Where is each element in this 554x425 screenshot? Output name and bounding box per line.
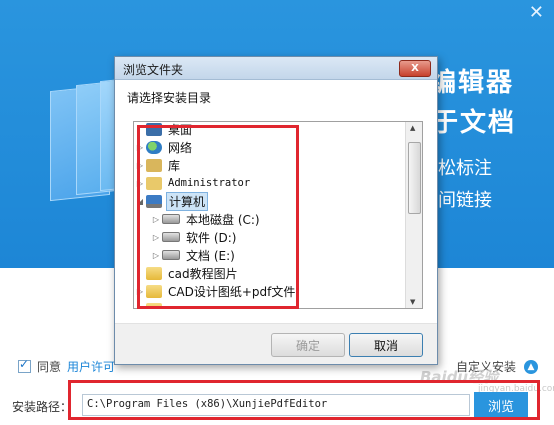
banner-feature-2: 间链接 — [438, 190, 492, 211]
dialog-title: 浏览文件夹 — [123, 63, 184, 77]
install-path-label: 安装路径： — [12, 400, 73, 414]
highlight-box-path — [68, 380, 540, 420]
dialog-close-button[interactable]: X — [399, 60, 431, 77]
agree-label: 同意 — [37, 359, 62, 374]
banner-feature-1: 松标注 — [438, 158, 492, 179]
cancel-button[interactable]: 取消 — [349, 333, 423, 357]
license-link[interactable]: 用户许可 — [67, 358, 115, 375]
banner-title-line1: 编辑器 — [430, 68, 515, 98]
agreement-row: 同意 用户许可 — [18, 357, 115, 375]
tree-scrollbar[interactable]: ▲ ▼ — [405, 122, 422, 308]
browse-folder-dialog: 浏览文件夹 X 请选择安装目录 桌面 ▷ 网络 ▷ 库 ▷ Administra… — [114, 56, 438, 365]
dialog-titlebar[interactable]: 浏览文件夹 X — [115, 57, 437, 80]
chevron-up-icon[interactable]: ▲ — [524, 359, 538, 374]
ok-button[interactable]: 确定 — [271, 333, 345, 357]
banner-title-line2: 于文档 — [432, 108, 517, 138]
scrollbar-thumb[interactable] — [408, 142, 421, 214]
scroll-up-icon[interactable]: ▲ — [410, 124, 415, 132]
installer-close-icon[interactable]: ✕ — [529, 4, 544, 22]
dialog-prompt: 请选择安装目录 — [127, 91, 212, 105]
highlight-box-tree — [137, 125, 299, 309]
scroll-down-icon[interactable]: ▼ — [410, 298, 415, 306]
agree-checkbox[interactable] — [18, 357, 31, 373]
